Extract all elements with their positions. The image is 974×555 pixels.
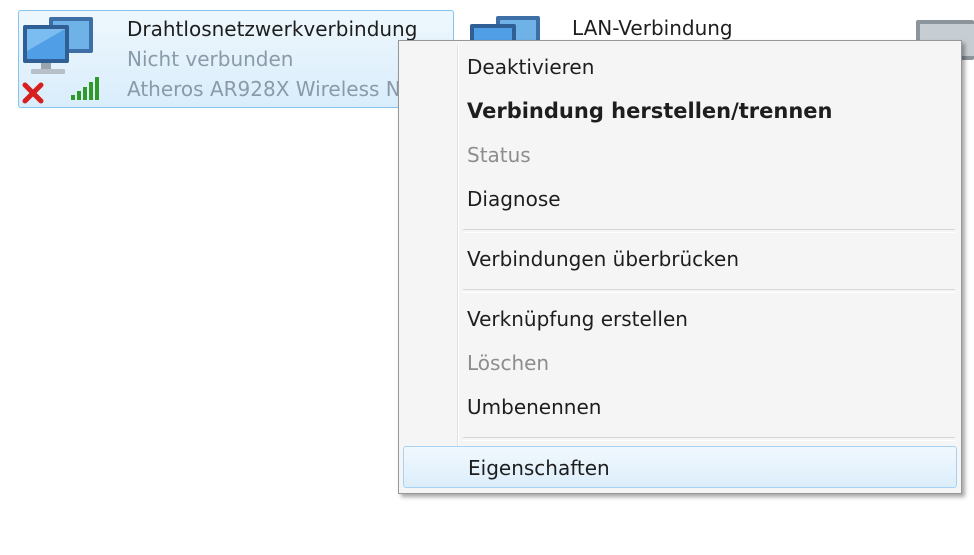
menu-item-loeschen: Löschen: [467, 351, 550, 375]
network-connections-window: Drahtlosnetzwerkverbindung Nicht verbund…: [0, 0, 974, 555]
connection-name: Drahtlosnetzwerkverbindung: [127, 17, 418, 41]
connection-name: LAN-Verbindung: [572, 16, 733, 40]
wireless-network-icon: [19, 11, 119, 109]
disconnected-x-icon: [22, 82, 44, 104]
context-menu: Deaktivieren Verbindung herstellen/trenn…: [398, 40, 962, 494]
menu-separator: [463, 289, 955, 293]
menu-item-verbindungen-ueberbruecken[interactable]: Verbindungen überbrücken: [403, 238, 957, 280]
signal-strength-icon: [71, 77, 99, 100]
menu-item-umbenennen[interactable]: Umbenennen: [403, 386, 957, 428]
connection-device: Atheros AR928X Wireless N: [127, 77, 401, 101]
menu-separator: [463, 437, 955, 441]
menu-separator: [463, 229, 955, 233]
connection-status: Nicht verbunden: [127, 47, 294, 71]
connection-tile-wireless[interactable]: Drahtlosnetzwerkverbindung Nicht verbund…: [18, 10, 454, 108]
menu-item-verbindung-herstellen-trennen[interactable]: Verbindung herstellen/trennen: [403, 90, 957, 132]
menu-item-status: Status: [467, 143, 531, 167]
menu-item-diagnose[interactable]: Diagnose: [403, 178, 957, 220]
menu-item-verknuepfung-erstellen[interactable]: Verknüpfung erstellen: [403, 298, 957, 340]
menu-item-deaktivieren[interactable]: Deaktivieren: [403, 46, 957, 88]
menu-item-eigenschaften[interactable]: Eigenschaften: [403, 446, 957, 488]
